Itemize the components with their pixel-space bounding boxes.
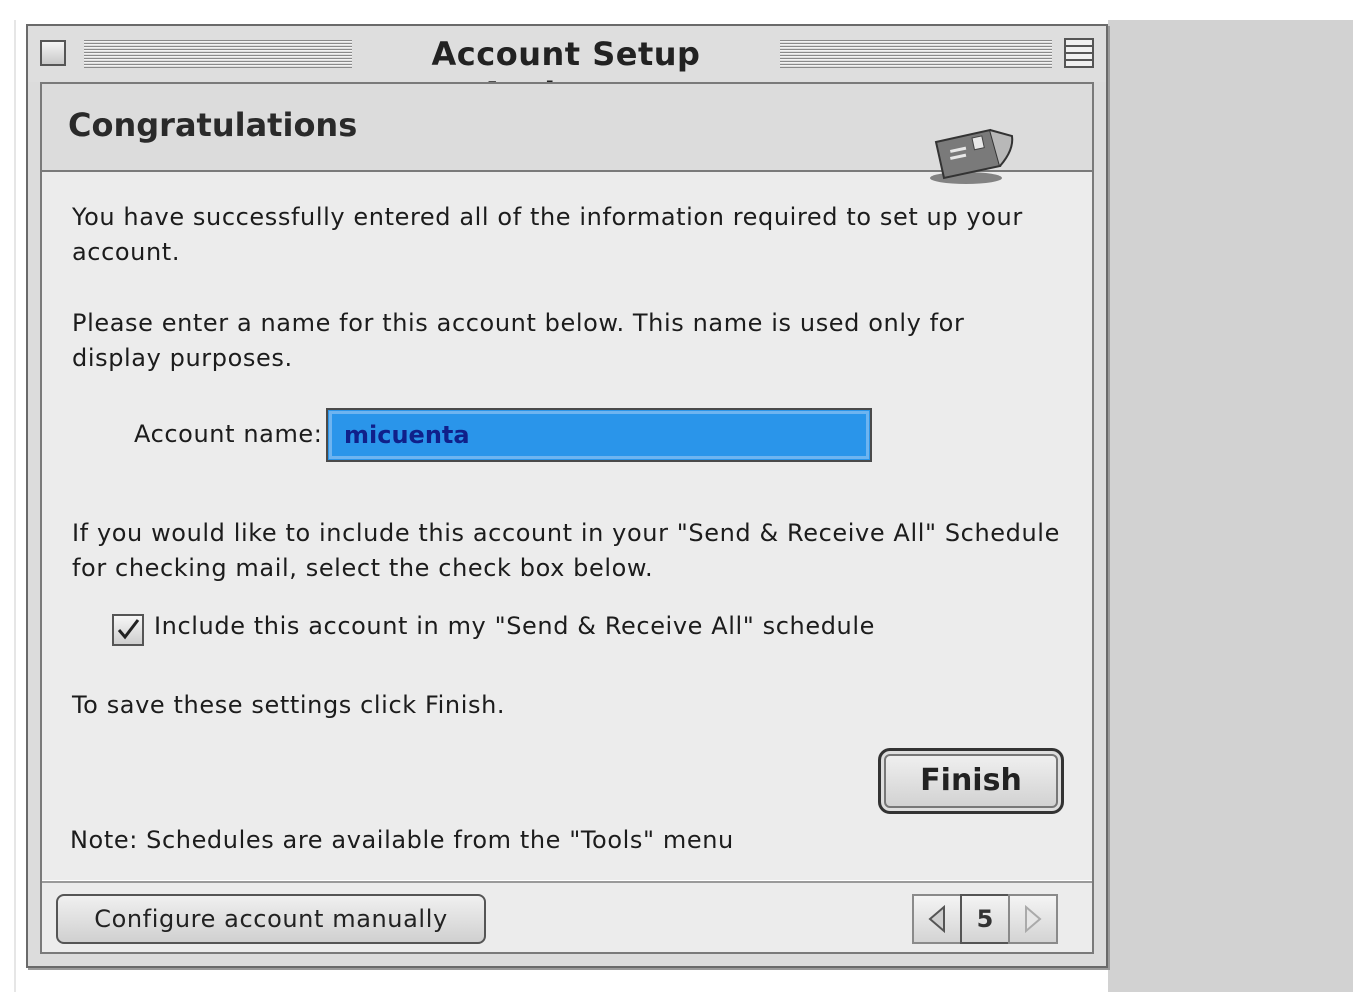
desktop-background — [1108, 20, 1353, 992]
footer-divider — [42, 880, 1092, 883]
windowshade-button[interactable] — [1064, 38, 1094, 68]
page-navigator: 5 — [912, 894, 1058, 944]
save-instruction-text: To save these settings click Finish. — [72, 691, 506, 719]
window-title: Account Setup Assistant — [431, 35, 701, 113]
title-bar[interactable]: Account Setup Assistant — [28, 26, 1106, 113]
title-stripes-left — [84, 40, 352, 68]
title-stripes-right — [780, 40, 1052, 68]
mail-envelope-icon — [930, 128, 1014, 184]
account-name-field[interactable]: micuenta — [326, 408, 872, 462]
schedule-instruction-text: If you would like to include this accoun… — [72, 519, 1060, 582]
configure-manually-button[interactable]: Configure account manually — [56, 894, 486, 944]
include-schedule-label[interactable]: Include this account in my "Send & Recei… — [154, 612, 875, 640]
desktop-edge — [14, 20, 16, 992]
previous-page-button[interactable] — [912, 894, 962, 944]
close-box-button[interactable] — [40, 40, 66, 66]
triangle-right-icon — [1025, 904, 1042, 934]
setup-assistant-window: Account Setup Assistant Congratulations … — [26, 24, 1108, 968]
finish-button[interactable]: Finish — [878, 748, 1064, 814]
checkmark-icon — [117, 619, 140, 640]
include-schedule-checkbox[interactable] — [112, 614, 144, 646]
intro-text: You have successfully entered all of the… — [72, 203, 1023, 266]
schedules-note: Note: Schedules are available from the "… — [70, 826, 734, 854]
next-page-button[interactable] — [1008, 894, 1058, 944]
triangle-left-icon — [928, 904, 945, 934]
page-number: 5 — [960, 894, 1010, 944]
name-instruction-text: Please enter a name for this account bel… — [72, 309, 965, 372]
page-title: Congratulations — [68, 106, 358, 144]
account-name-label: Account name: — [134, 420, 323, 448]
assistant-content: Congratulations You have successfully en… — [40, 82, 1094, 954]
